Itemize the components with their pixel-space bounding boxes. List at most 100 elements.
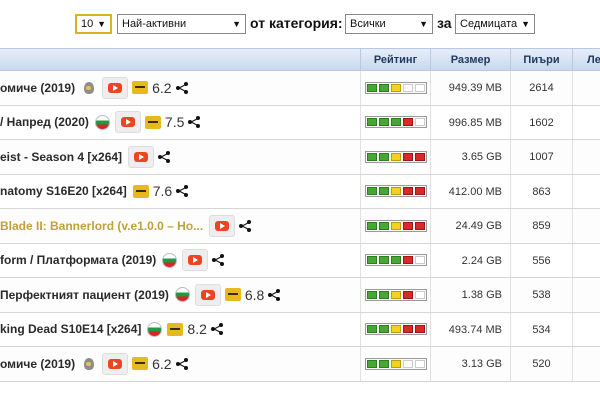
share-icon[interactable] xyxy=(176,185,189,198)
size-cell: 1.38 GB xyxy=(430,278,510,312)
bulgarian-flag-icon xyxy=(174,287,190,303)
seeders-cell: 1602 xyxy=(510,105,572,139)
table-row[interactable]: Blade II: Bannerlord (v.e1.0.0 – Ho... 24… xyxy=(0,209,600,244)
name-cell: king Dead S10E14 [x264] 8.2 xyxy=(0,313,360,347)
table-row[interactable]: / Напред (2020) 7.5 996.85 MB 1602 xyxy=(0,105,600,140)
bulgarian-flag-icon xyxy=(162,252,178,268)
table-body: омиче (2019) 6.2 949.39 MB 2614/ Напред (20… xyxy=(0,71,600,382)
torrent-title-link[interactable]: Blade II: Bannerlord (v.e1.0.0 – Ho... xyxy=(0,219,203,233)
rating-segment xyxy=(414,290,425,299)
table-row[interactable]: Перфектният пациент (2019) 6.8 1.38 GB 538 xyxy=(0,278,600,313)
rating-segment xyxy=(378,221,389,230)
share-icon[interactable] xyxy=(210,323,223,336)
rating-segment xyxy=(366,359,377,368)
youtube-trailer-icon[interactable] xyxy=(128,145,155,168)
imdb-icon[interactable] xyxy=(132,81,149,95)
rating-segment xyxy=(378,152,389,161)
rating-bar xyxy=(364,150,427,163)
torrent-title-link[interactable]: Перфектният пациент (2019) xyxy=(0,288,169,302)
leechers-cell xyxy=(572,71,600,105)
rating-segment xyxy=(378,359,389,368)
rating-segment xyxy=(378,256,389,265)
period-select[interactable]: Седмицата ▼ xyxy=(455,14,535,34)
rating-segment xyxy=(366,221,377,230)
torrent-title-link[interactable]: natomy S16E20 [x264] xyxy=(0,184,127,198)
table-row[interactable]: king Dead S10E14 [x264] 8.2 493.74 MB 534 xyxy=(0,312,600,347)
rating-segment xyxy=(390,256,401,265)
torrent-title-link[interactable]: king Dead S10E14 [x264] xyxy=(0,322,141,336)
rating-bar xyxy=(364,323,427,336)
share-icon[interactable] xyxy=(268,288,281,301)
table-row[interactable]: eist - Season 4 [x264] 3.65 GB 1007 xyxy=(0,140,600,175)
table-row[interactable]: омиче (2019) 6.2 949.39 MB 2614 xyxy=(0,71,600,106)
imdb-icon[interactable] xyxy=(132,184,149,198)
youtube-trailer-icon[interactable] xyxy=(102,352,129,375)
rating-segment xyxy=(402,187,413,196)
share-icon[interactable] xyxy=(188,116,201,129)
size-cell: 2.24 GB xyxy=(430,243,510,277)
size-cell: 3.65 GB xyxy=(430,140,510,174)
rating-segment xyxy=(366,256,377,265)
rating-segment xyxy=(414,152,425,161)
category-select-value: Всички xyxy=(350,18,386,30)
sort-select[interactable]: Най-активни ▼ xyxy=(117,14,246,34)
rating-segment xyxy=(378,83,389,92)
rating-segment xyxy=(414,187,425,196)
table-row[interactable]: омиче (2019) 6.2 3.13 GB 520 xyxy=(0,347,600,382)
rating-segment xyxy=(390,118,401,127)
rating-segment xyxy=(414,118,425,127)
rating-bar xyxy=(364,357,427,370)
share-icon[interactable] xyxy=(175,357,188,370)
rating-cell xyxy=(360,105,430,139)
torrent-title-link[interactable]: eist - Season 4 [x264] xyxy=(0,150,122,164)
imdb-icon[interactable] xyxy=(167,322,184,336)
name-cell: eist - Season 4 [x264] xyxy=(0,140,360,174)
leechers-cell xyxy=(572,174,600,208)
rating-cell xyxy=(360,278,430,312)
rating-segment xyxy=(366,325,377,334)
bulgarian-flag-icon xyxy=(94,114,110,130)
category-select[interactable]: Всички ▼ xyxy=(345,14,433,34)
imdb-icon[interactable] xyxy=(144,115,161,129)
rating-segment xyxy=(378,325,389,334)
count-select[interactable]: 10 ▼ xyxy=(75,14,112,34)
share-icon[interactable] xyxy=(239,219,252,232)
share-icon[interactable] xyxy=(158,150,171,163)
share-icon[interactable] xyxy=(212,254,225,267)
imdb-icon[interactable] xyxy=(224,288,241,302)
filter-bar: 10 ▼ Най-активни ▼ от категория: Всички … xyxy=(0,0,600,48)
column-header-size[interactable]: Размер xyxy=(430,49,510,71)
rating-segment xyxy=(378,187,389,196)
imdb-icon[interactable] xyxy=(132,357,149,371)
column-header-rating[interactable]: Рейтинг xyxy=(360,49,430,71)
seeders-cell: 556 xyxy=(510,243,572,277)
rating-segment xyxy=(390,290,401,299)
imdb-score: 7.6 xyxy=(152,183,173,200)
youtube-trailer-icon[interactable] xyxy=(194,283,221,306)
rating-segment xyxy=(390,359,401,368)
rating-segment xyxy=(390,221,401,230)
rating-segment xyxy=(402,83,413,92)
youtube-trailer-icon[interactable] xyxy=(114,111,141,134)
table-row[interactable]: form / Платформата (2019) 2.24 GB 556 xyxy=(0,243,600,278)
size-cell: 412.00 MB xyxy=(430,174,510,208)
column-header-seeders[interactable]: Пиъри xyxy=(510,49,572,71)
rating-cell xyxy=(360,312,430,346)
table-row[interactable]: natomy S16E20 [x264] 7.6 412.00 MB 863 xyxy=(0,174,600,209)
column-header-leechers[interactable]: Ле xyxy=(572,49,600,71)
share-icon[interactable] xyxy=(175,81,188,94)
for-label: за xyxy=(437,15,452,31)
rating-segment xyxy=(402,290,413,299)
youtube-trailer-icon[interactable] xyxy=(102,76,129,99)
youtube-trailer-icon[interactable] xyxy=(209,214,236,237)
torrent-title-link[interactable]: омиче (2019) xyxy=(0,357,75,371)
torrent-title-link[interactable]: form / Платформата (2019) xyxy=(0,253,156,267)
chevron-down-icon: ▼ xyxy=(521,19,530,29)
rating-segment xyxy=(402,152,413,161)
torrent-title-link[interactable]: / Напред (2020) xyxy=(0,115,89,129)
rating-segment xyxy=(402,221,413,230)
rating-segment xyxy=(402,118,413,127)
torrent-title-link[interactable]: омиче (2019) xyxy=(0,81,75,95)
youtube-trailer-icon[interactable] xyxy=(182,249,209,272)
size-cell: 949.39 MB xyxy=(430,71,510,105)
